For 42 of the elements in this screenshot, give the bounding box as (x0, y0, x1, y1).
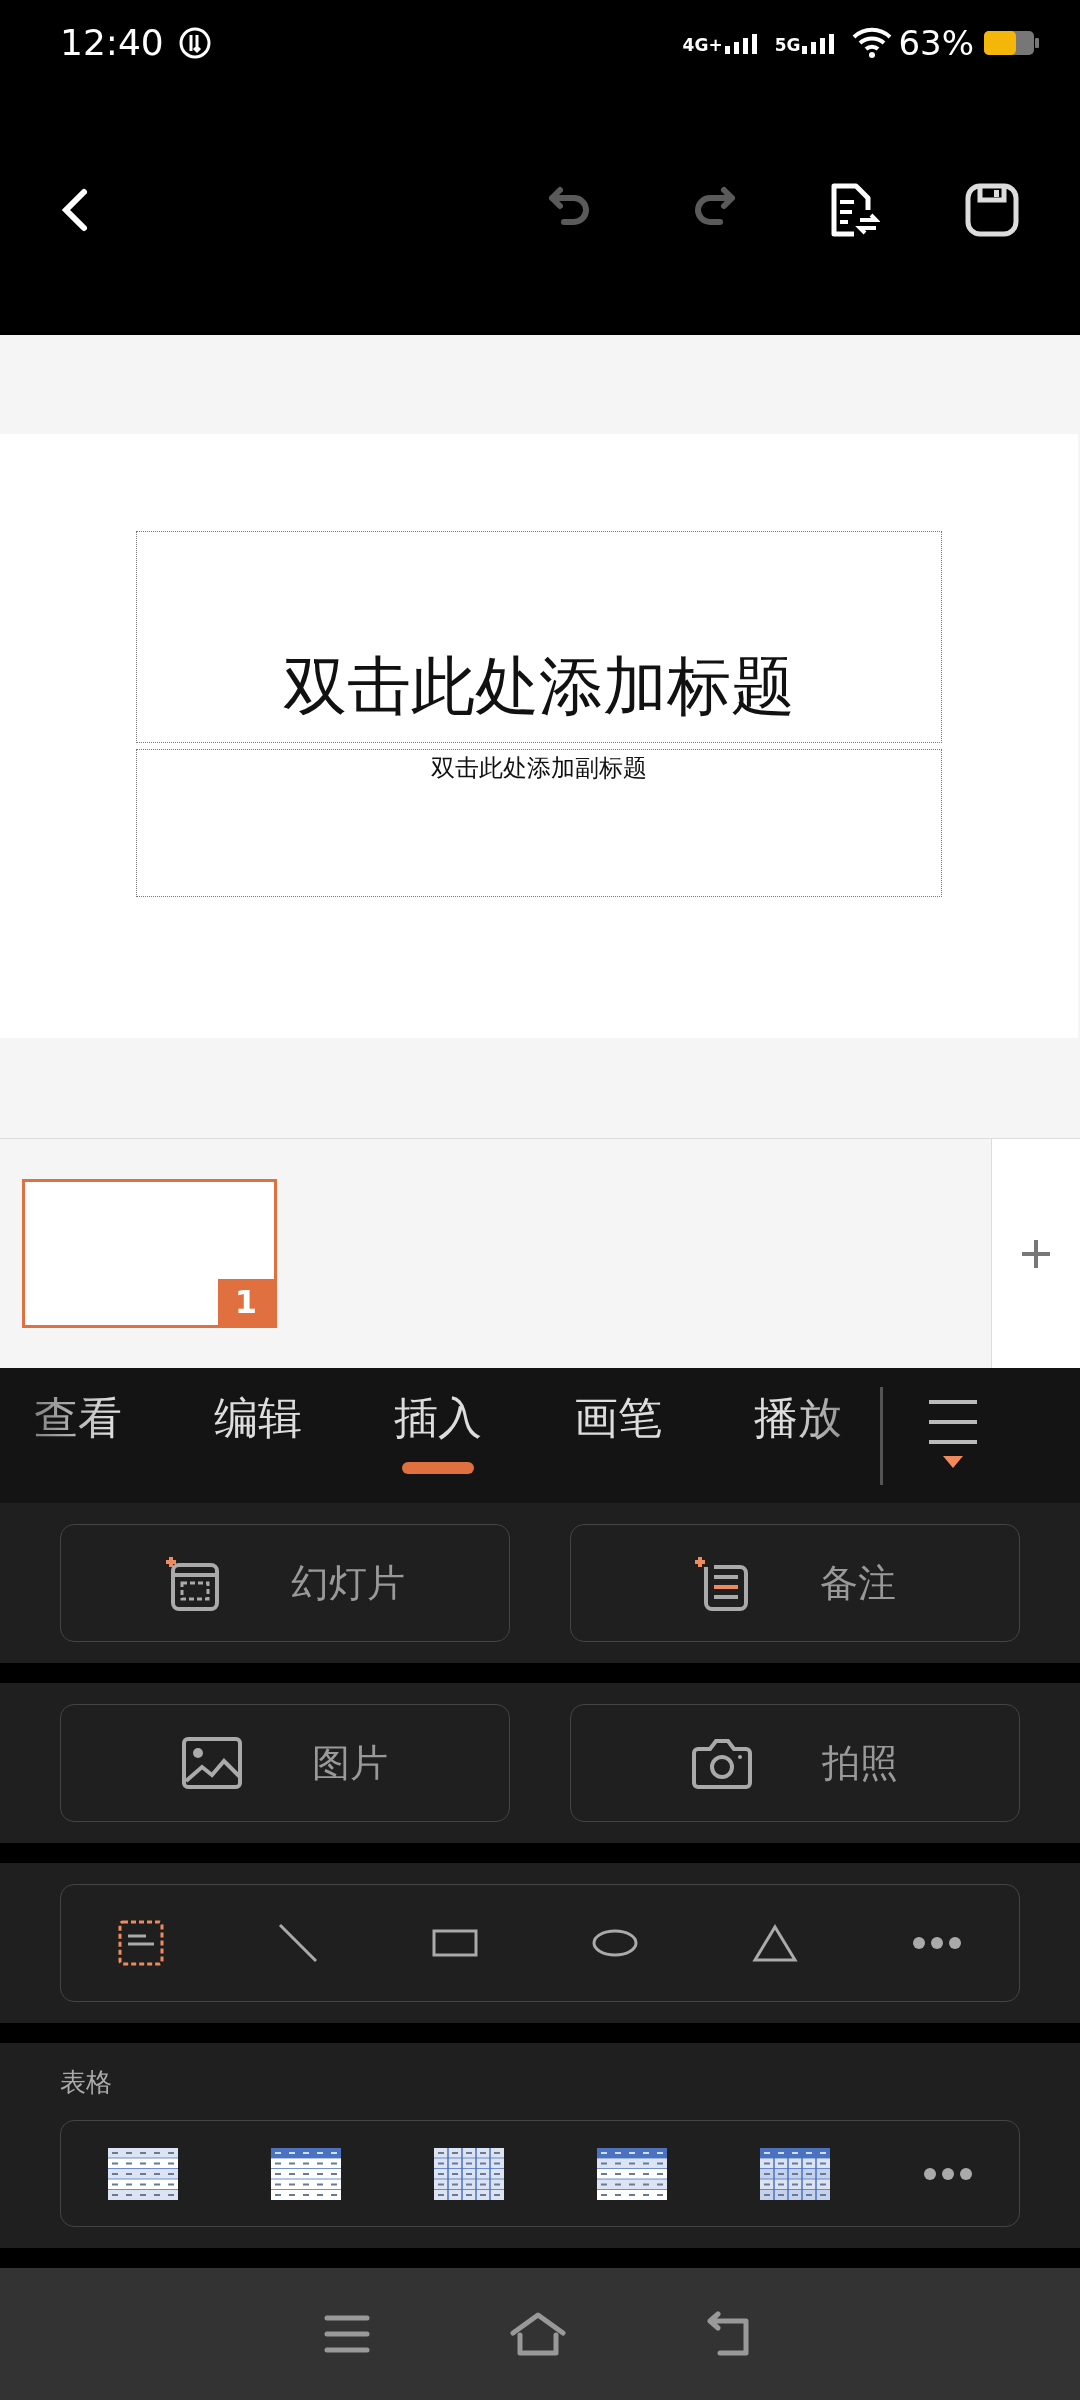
battery-percent: 63% (898, 22, 974, 63)
ribbon-tab[interactable]: 插入 (348, 1375, 528, 1496)
home-icon[interactable] (510, 2311, 566, 2357)
ribbon-tab[interactable]: 查看 (0, 1375, 168, 1496)
plus-icon[interactable] (1020, 1237, 1052, 1270)
insert-button[interactable]: 备注 (570, 1524, 1020, 1642)
insert-button[interactable]: 幻灯片 (60, 1524, 510, 1642)
table-style-icon[interactable] (759, 2147, 830, 2200)
table-style-icon[interactable] (433, 2147, 504, 2200)
textbox-icon[interactable] (118, 1920, 164, 1966)
camera-icon (692, 1737, 752, 1789)
network-label: 5G (774, 36, 801, 54)
section-label: 表格 (60, 2066, 113, 2099)
triangle-icon[interactable] (752, 1924, 798, 1962)
signal-icon (802, 31, 837, 54)
ribbon-tab[interactable]: 画笔 (528, 1375, 708, 1496)
more-icon[interactable] (922, 2166, 973, 2181)
add-slide-icon (165, 1555, 221, 1611)
slide-number: 1 (218, 1279, 274, 1325)
signal-icon (724, 31, 759, 54)
more-icon[interactable] (912, 1936, 962, 1950)
rectangle-icon[interactable] (432, 1929, 478, 1957)
data-transfer-icon (177, 25, 212, 60)
menu-icon[interactable] (324, 2314, 370, 2354)
network-label: 4G+ (682, 36, 723, 54)
table-style-icon[interactable] (107, 2147, 178, 2200)
wifi-icon (852, 26, 893, 59)
table-style-icon[interactable] (270, 2147, 341, 2200)
clock-time: 12:40 (60, 22, 164, 63)
insert-button[interactable]: 拍照 (570, 1704, 1020, 1822)
ribbon-tab[interactable]: 编辑 (168, 1375, 348, 1496)
save-icon[interactable] (964, 182, 1020, 238)
battery-icon (984, 28, 1040, 57)
subtitle-placeholder[interactable]: 双击此处添加副标题 (136, 749, 942, 897)
insert-button[interactable]: 图片 (60, 1704, 510, 1822)
ribbon-tab[interactable]: 播放 (708, 1375, 880, 1496)
line-icon[interactable] (278, 1923, 318, 1963)
table-style-icon[interactable] (596, 2147, 667, 2200)
add-note-icon (694, 1555, 750, 1611)
image-icon (182, 1737, 242, 1789)
title-placeholder[interactable]: 双击此处添加标题 (136, 531, 942, 743)
ellipse-icon[interactable] (592, 1929, 638, 1957)
